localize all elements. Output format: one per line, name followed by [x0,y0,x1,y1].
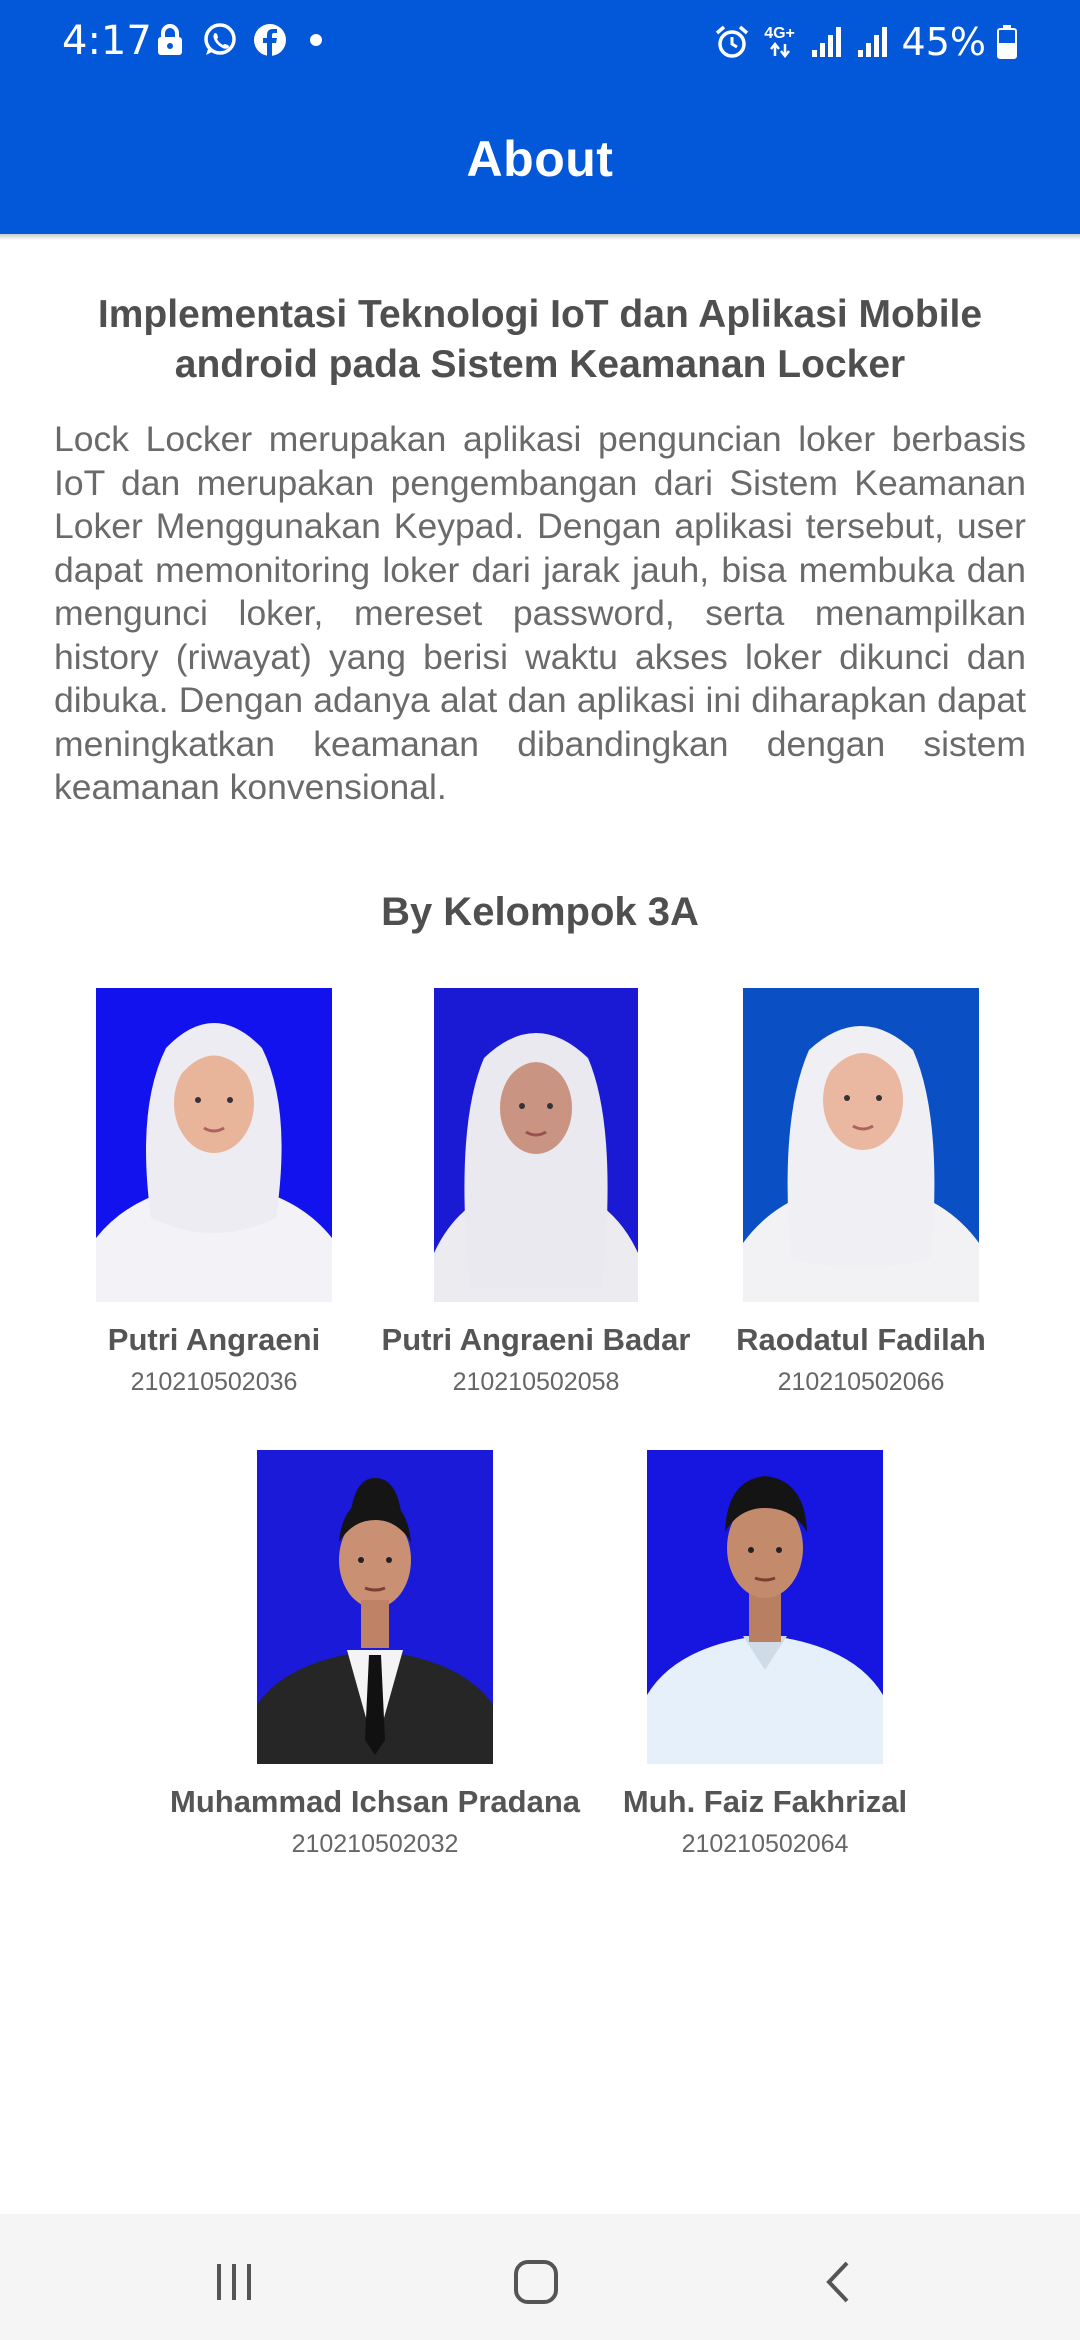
member-name: Muhammad Ichsan Pradana [170,1784,581,1819]
lock-icon [152,22,188,58]
member-name: Muh. Faiz Fakhrizal [622,1784,908,1819]
notification-dot [310,34,322,46]
member-card: Raodatul Fadilah 210210502066 [724,988,998,1397]
back-button[interactable] [808,2252,868,2312]
status-time: 4:17 [62,18,152,64]
battery-icon [996,24,1018,60]
facebook-icon [252,22,288,58]
member-photo [96,988,332,1302]
about-heading: Implementasi Teknologi IoT dan Aplikasi … [97,293,983,386]
home-icon [514,2260,558,2304]
member-card: Putri Angraeni 210210502036 [64,988,364,1397]
recent-apps-icon [217,2264,251,2300]
member-id: 210210502064 [681,1830,849,1858]
member-photo [743,988,979,1302]
about-description: Lock Locker merupakan aplikasi penguncia… [54,419,1026,807]
battery-percent: 45% [901,20,986,64]
member-id: 210210502032 [291,1830,459,1858]
page-title: About [466,131,614,187]
app-bar-shadow [0,234,1080,240]
network-4g-icon: 4G+ [760,24,800,60]
whatsapp-icon [202,22,238,58]
home-button[interactable] [506,2252,566,2312]
member-photo [434,988,638,1302]
member-id: 210210502066 [777,1368,945,1396]
back-icon [826,2261,849,2303]
member-id: 210210502058 [452,1368,620,1396]
recent-apps-button[interactable] [204,2252,264,2312]
member-photo [647,1450,883,1764]
team-title: By Kelompok 3A [381,890,699,934]
navigation-bar [0,2214,1080,2340]
member-name: Putri Angraeni Badar [381,1322,691,1357]
system-icons: 4G+ 45% [714,20,1018,64]
member-photo [257,1450,493,1764]
signal-icon [810,24,846,60]
alarm-icon [714,24,750,60]
member-id: 210210502036 [130,1368,298,1396]
about-section: Implementasi Teknologi IoT dan Aplikasi … [54,290,1026,810]
app-bar: About [0,84,1080,234]
notification-icons [152,22,322,58]
member-name: Putri Angraeni [107,1322,321,1357]
status-bar: 4:17 4G+ 45% [0,0,1080,84]
member-card: Muhammad Ichsan Pradana 210210502032 [170,1450,580,1859]
member-name: Raodatul Fadilah [736,1322,986,1357]
member-card: Putri Angraeni Badar 210210502058 [379,988,693,1397]
member-card: Muh. Faiz Fakhrizal 210210502064 [610,1450,920,1859]
signal-icon-2 [856,24,892,60]
